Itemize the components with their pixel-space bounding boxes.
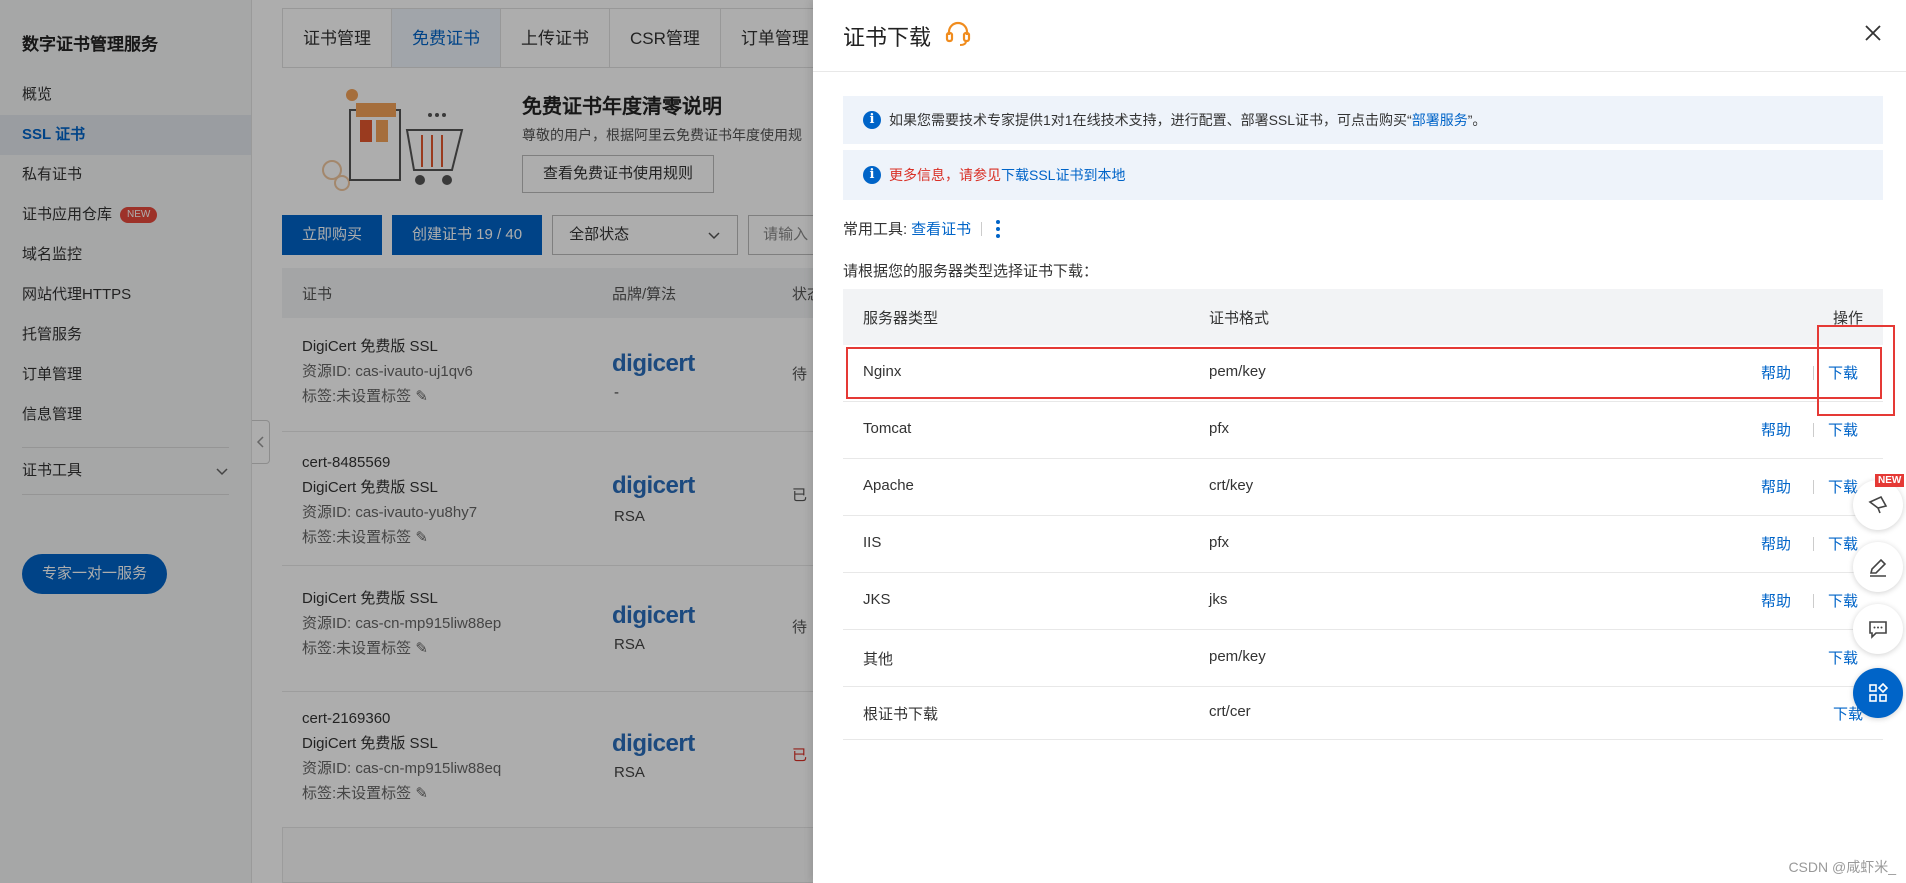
- divider: [1813, 366, 1814, 380]
- tools-label: 常用工具:: [843, 221, 908, 238]
- help-link[interactable]: 帮助: [1761, 476, 1791, 497]
- megaphone-icon: [1868, 495, 1888, 514]
- server-type: 根证书下载: [863, 706, 939, 723]
- help-link[interactable]: 帮助: [1761, 590, 1791, 611]
- drawer-title: 证书下载: [843, 25, 932, 50]
- info-notice-more: i 更多信息，请参见 下载SSL证书到本地: [843, 150, 1883, 200]
- more-vertical-icon[interactable]: [996, 219, 1001, 238]
- apps-grid-icon: [1869, 682, 1889, 702]
- server-type: Nginx: [863, 363, 902, 380]
- server-type: Tomcat: [863, 420, 912, 437]
- info-icon: i: [863, 111, 881, 129]
- headset-icon[interactable]: [944, 20, 972, 48]
- info-icon: i: [863, 166, 881, 184]
- view-cert-link[interactable]: 查看证书: [911, 218, 971, 239]
- notice-suffix: ”。: [1467, 112, 1487, 128]
- modal-overlay[interactable]: [0, 0, 813, 883]
- divider: [1813, 480, 1814, 494]
- table-header: 服务器类型 证书格式 操作: [843, 289, 1883, 345]
- help-link[interactable]: 帮助: [1761, 419, 1791, 440]
- notice-text: 更多信息，请参见: [889, 167, 1001, 183]
- table-row: Apache crt/key 帮助 下载: [843, 459, 1883, 516]
- pencil-icon: [1869, 558, 1887, 577]
- close-icon[interactable]: [1862, 22, 1884, 44]
- table-row: Nginx pem/key 帮助 下载: [843, 345, 1883, 402]
- divider: [1813, 423, 1814, 437]
- cert-format: pfx: [1209, 420, 1230, 437]
- table-row: JKS jks 帮助 下载: [843, 573, 1883, 630]
- server-type: Apache: [863, 477, 914, 494]
- divider: [1813, 537, 1814, 551]
- download-ssl-local-link[interactable]: 下载SSL证书到本地: [1001, 165, 1125, 185]
- notice-text: 如果您需要技术专家提供1对1在线技术支持，进行配置、部署SSL证书，可点击购买“: [889, 112, 1412, 128]
- chat-button[interactable]: [1853, 604, 1903, 654]
- download-link[interactable]: 下载: [1828, 533, 1858, 554]
- cert-format: pem/key: [1209, 363, 1266, 380]
- cert-format: pfx: [1209, 534, 1230, 551]
- server-type: IIS: [863, 534, 882, 551]
- table-row: 根证书下载 crt/cer 下载: [843, 687, 1883, 740]
- download-link[interactable]: 下载: [1828, 647, 1858, 668]
- download-link[interactable]: 下载: [1828, 476, 1858, 497]
- cert-format: pem/key: [1209, 648, 1266, 665]
- server-type-table: 服务器类型 证书格式 操作 Nginx pem/key 帮助 下载 Tomcat…: [843, 289, 1883, 740]
- cert-download-drawer: 证书下载 i 如果您需要技术专家提供1对1在线技术支持，进行配置、部署SSL证书…: [813, 0, 1906, 883]
- column-header: 服务器类型: [863, 310, 939, 327]
- drawer-header: 证书下载: [813, 0, 1906, 72]
- table-row: IIS pfx 帮助 下载: [843, 516, 1883, 573]
- server-type: 其他: [863, 651, 894, 668]
- deploy-service-link[interactable]: 部署服务: [1412, 110, 1468, 130]
- column-header: 操作: [1832, 310, 1863, 327]
- cert-format: jks: [1209, 591, 1228, 608]
- download-link[interactable]: 下载: [1828, 419, 1858, 440]
- column-header: 证书格式: [1209, 310, 1270, 327]
- megaphone-button[interactable]: [1853, 480, 1903, 530]
- server-type: JKS: [863, 591, 891, 608]
- cert-format: crt/key: [1209, 477, 1254, 494]
- chat-icon: [1869, 621, 1887, 639]
- table-row: 其他 pem/key 下载: [843, 630, 1883, 687]
- watermark: CSDN @咸虾米_: [1788, 859, 1896, 875]
- common-tools: 常用工具: 查看证书: [843, 218, 1001, 239]
- new-badge: NEW: [1875, 474, 1905, 487]
- divider: [981, 221, 983, 236]
- instruction-text: 请根据您的服务器类型选择证书下载：: [843, 263, 1099, 280]
- download-link[interactable]: 下载: [1828, 362, 1858, 383]
- edit-feedback-button[interactable]: [1853, 542, 1903, 592]
- info-notice-deploy: i 如果您需要技术专家提供1对1在线技术支持，进行配置、部署SSL证书，可点击购…: [843, 96, 1883, 144]
- help-link[interactable]: 帮助: [1761, 533, 1791, 554]
- apps-button[interactable]: [1853, 668, 1903, 718]
- download-link[interactable]: 下载: [1828, 590, 1858, 611]
- cert-format: crt/cer: [1209, 703, 1251, 720]
- divider: [1813, 594, 1814, 608]
- table-row: Tomcat pfx 帮助 下载: [843, 402, 1883, 459]
- help-link[interactable]: 帮助: [1761, 362, 1791, 383]
